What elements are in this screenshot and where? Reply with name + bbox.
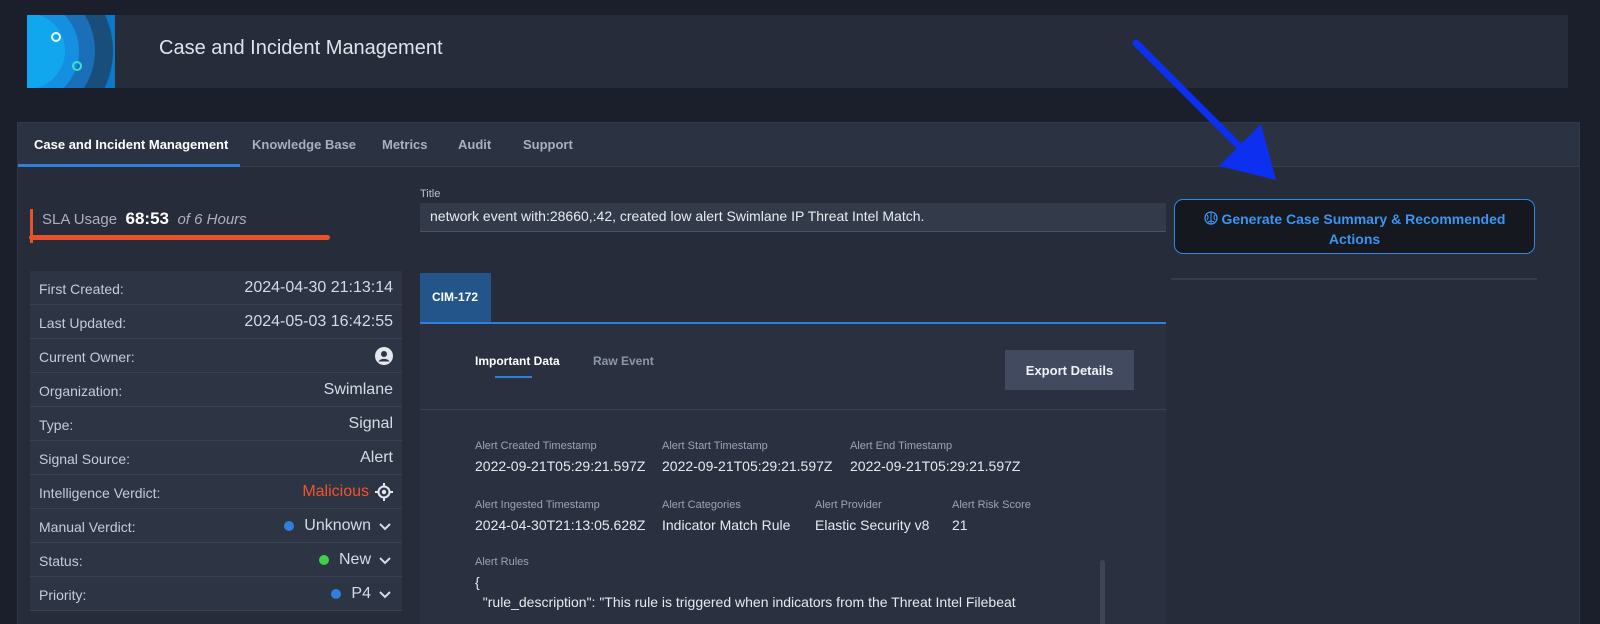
- status-dot: [331, 589, 342, 599]
- field-value: 21: [952, 517, 968, 533]
- info-row-signal-source: Signal Source: Alert: [30, 441, 402, 475]
- priority-text: P4: [351, 585, 371, 602]
- status-text: New: [338, 551, 371, 568]
- info-row-organization: Organization: Swimlane: [30, 373, 402, 407]
- info-label: Priority:: [39, 587, 87, 603]
- field-label: Alert Created Timestamp: [475, 440, 597, 452]
- verdict-value: Malicious: [302, 483, 393, 501]
- generate-button-label: Generate Case Summary & Recommended Acti…: [1221, 211, 1506, 247]
- field-value: 2022-09-21T05:29:21.597Z: [662, 458, 833, 474]
- field-alert-ingested: Alert Ingested Timestamp 2024-04-30T21:1…: [475, 499, 645, 533]
- info-row-manual-verdict: Manual Verdict: Unknown: [30, 509, 402, 543]
- info-value: Alert: [360, 449, 393, 466]
- sla-label: SLA Usage: [42, 211, 118, 228]
- info-value: Swimlane: [323, 381, 393, 398]
- tab-case-id[interactable]: CIM-172: [420, 273, 491, 323]
- info-label: Status:: [39, 553, 83, 569]
- sla-value: 68:53: [125, 209, 169, 228]
- status-dot: [284, 521, 295, 531]
- priority-select[interactable]: P4: [331, 585, 393, 603]
- info-row-priority: Priority: P4: [30, 577, 402, 611]
- verdict-text: Malicious: [302, 483, 369, 500]
- field-label: Alert Categories: [662, 499, 741, 511]
- tab-case-management[interactable]: Case and Incident Management: [34, 137, 228, 152]
- field-alert-created: Alert Created Timestamp 2022-09-21T05:29…: [475, 440, 645, 474]
- tab-metrics[interactable]: Metrics: [382, 137, 428, 152]
- field-value: 2022-09-21T05:29:21.597Z: [475, 458, 646, 474]
- tab-audit[interactable]: Audit: [458, 137, 491, 152]
- status-dot: [318, 555, 329, 565]
- scrollbar[interactable]: [1100, 560, 1105, 624]
- app-logo: [27, 15, 115, 88]
- divider: [420, 409, 1166, 410]
- case-info-table: First Created: 2024-04-30 21:13:14 Last …: [30, 271, 402, 611]
- info-row-type: Type: Signal: [30, 407, 402, 441]
- title-label: Title: [420, 188, 441, 200]
- info-row-last-updated: Last Updated: 2024-05-03 16:42:55: [30, 305, 402, 339]
- status-select[interactable]: New: [318, 551, 393, 569]
- user-icon[interactable]: [375, 347, 393, 365]
- field-alert-start: Alert Start Timestamp 2022-09-21T05:29:2…: [662, 440, 832, 474]
- logo-icon: [27, 15, 115, 88]
- crosshair-icon[interactable]: [375, 483, 393, 501]
- manual-verdict-select[interactable]: Unknown: [284, 517, 393, 535]
- field-label: Alert Rules: [475, 556, 529, 568]
- json-line: {: [475, 574, 480, 590]
- info-row-first-created: First Created: 2024-04-30 21:13:14: [30, 271, 402, 305]
- info-row-current-owner: Current Owner:: [30, 339, 402, 373]
- field-value: 2024-04-30T21:13:05.628Z: [475, 517, 646, 533]
- info-label: Intelligence Verdict:: [39, 485, 161, 501]
- field-alert-provider: Alert Provider Elastic Security v8: [815, 499, 929, 533]
- sla-progress-bar: [29, 235, 330, 240]
- subtab-important-data[interactable]: Important Data: [475, 354, 560, 368]
- app-title: Case and Incident Management: [159, 37, 443, 59]
- info-label: Organization:: [39, 383, 123, 399]
- generate-summary-button[interactable]: Generate Case Summary & Recommended Acti…: [1174, 199, 1535, 254]
- sla-limit: of 6 Hours: [177, 211, 247, 228]
- json-line: "rule_description": "This rule is trigge…: [475, 594, 1016, 610]
- info-label: First Created:: [39, 281, 124, 297]
- chevron-down-icon[interactable]: [377, 552, 393, 568]
- field-alert-end: Alert End Timestamp 2022-09-21T05:29:21.…: [850, 440, 1020, 474]
- info-row-status: Status: New: [30, 543, 402, 577]
- info-value: 2024-04-30 21:13:14: [244, 279, 393, 296]
- info-label: Type:: [39, 417, 74, 433]
- field-label: Alert End Timestamp: [850, 440, 953, 452]
- field-alert-risk-score: Alert Risk Score 21: [952, 499, 1031, 533]
- manual-verdict-text: Unknown: [304, 517, 371, 534]
- field-value: Indicator Match Rule: [662, 517, 791, 533]
- field-value: Elastic Security v8: [815, 517, 930, 533]
- tab-support[interactable]: Support: [523, 137, 573, 152]
- info-label: Signal Source:: [39, 451, 131, 467]
- brain-icon: [1203, 211, 1218, 225]
- info-label: Manual Verdict:: [39, 519, 136, 535]
- field-label: Alert Start Timestamp: [662, 440, 768, 452]
- main-panel: Case and Incident Management Knowledge B…: [17, 122, 1580, 624]
- active-tab-indicator: [18, 164, 240, 167]
- field-alert-categories: Alert Categories Indicator Match Rule: [662, 499, 790, 533]
- title-field[interactable]: network event with:28660,:42, created lo…: [420, 203, 1166, 232]
- info-label: Last Updated:: [39, 315, 127, 331]
- info-value: Signal: [348, 415, 393, 432]
- active-subtab-indicator: [495, 376, 532, 378]
- tab-knowledge-base[interactable]: Knowledge Base: [252, 137, 356, 152]
- info-row-intelligence-verdict: Intelligence Verdict: Malicious: [30, 475, 402, 509]
- owner-value[interactable]: [375, 347, 393, 365]
- subtab-raw-event[interactable]: Raw Event: [593, 354, 654, 368]
- tab-bar: Case and Incident Management Knowledge B…: [18, 123, 1579, 167]
- field-value: 2022-09-21T05:29:21.597Z: [850, 458, 1021, 474]
- info-label: Current Owner:: [39, 349, 135, 365]
- app-header: Case and Incident Management: [27, 15, 1568, 88]
- export-details-button[interactable]: Export Details: [1005, 350, 1134, 390]
- field-label: Alert Ingested Timestamp: [475, 499, 600, 511]
- alert-rules-json: { "rule_description": "This rule is trig…: [475, 572, 1016, 612]
- divider: [1171, 278, 1537, 280]
- case-details: Important Data Raw Event Export Details …: [420, 324, 1166, 624]
- field-label: Alert Risk Score: [952, 499, 1031, 511]
- chevron-down-icon[interactable]: [377, 518, 393, 534]
- info-value: 2024-05-03 16:42:55: [244, 313, 393, 330]
- field-label: Alert Provider: [815, 499, 882, 511]
- chevron-down-icon[interactable]: [377, 586, 393, 602]
